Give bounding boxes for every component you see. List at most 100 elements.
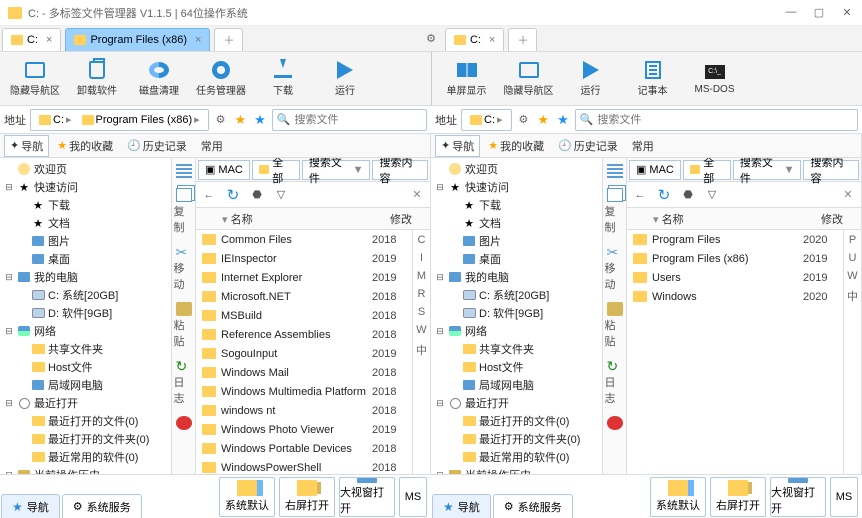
- tree-node[interactable]: 最近常用的软件(0): [431, 448, 602, 466]
- action-ms[interactable]: MS: [830, 477, 858, 517]
- toolbar-hideNav[interactable]: 隐藏导航区: [6, 55, 64, 103]
- file-row[interactable]: Program Files (x86)2019: [627, 249, 843, 268]
- file-list-right[interactable]: Program Files2020Program Files (x86)2019…: [627, 230, 843, 474]
- sidebar-tab-nav[interactable]: ✦ 导航: [435, 135, 480, 157]
- file-tab-all[interactable]: 全部: [683, 160, 731, 180]
- tree-node[interactable]: ⊟我的电脑: [431, 268, 602, 286]
- file-tab-search-files[interactable]: 搜索文件▼: [302, 160, 371, 180]
- tree-node[interactable]: 最近打开的文件(0): [431, 412, 602, 430]
- tree-node[interactable]: 最近打开的文件(0): [0, 412, 171, 430]
- tree-node[interactable]: C: 系统[20GB]: [0, 286, 171, 304]
- sidebar-tab-nav[interactable]: ✦ 导航: [4, 135, 49, 157]
- tab-c-right[interactable]: C:×: [445, 28, 504, 51]
- file-row[interactable]: Common Files2018: [196, 230, 412, 249]
- tree-node[interactable]: Host文件: [0, 358, 171, 376]
- copy-button[interactable]: 复制: [174, 188, 194, 235]
- file-tab-mac[interactable]: ▣ MAC: [198, 160, 250, 180]
- paste-button[interactable]: 粘贴: [174, 302, 194, 349]
- tree-node[interactable]: Host文件: [431, 358, 602, 376]
- tree-node[interactable]: ⊟★快速访问: [431, 178, 602, 196]
- alpha-letter[interactable]: S: [418, 306, 425, 318]
- alpha-letter[interactable]: 中: [416, 342, 427, 358]
- close-icon[interactable]: ×: [46, 34, 52, 46]
- tab-c-left[interactable]: C:×: [2, 28, 61, 51]
- sidebar-tab-common[interactable]: 常用: [195, 135, 229, 157]
- move-button[interactable]: ✂移动: [174, 245, 194, 292]
- toolbar-diskClean[interactable]: 磁盘清理: [130, 55, 188, 103]
- sidebar-tab-hist[interactable]: 🕘历史记录: [552, 135, 624, 157]
- toolbar-msdos[interactable]: C:\_MS-DOS: [686, 55, 744, 103]
- favorite-star-icon[interactable]: ★: [233, 112, 249, 128]
- alpha-letter[interactable]: P: [849, 234, 856, 246]
- tree-node[interactable]: 局域网电脑: [0, 376, 171, 394]
- breadcrumb-right[interactable]: C:▸: [461, 109, 512, 131]
- minimize-button[interactable]: —: [784, 6, 798, 19]
- tree-node[interactable]: ⊟我的电脑: [0, 268, 171, 286]
- move-button[interactable]: ✂移动: [605, 245, 625, 292]
- tree-node[interactable]: 欢迎页: [431, 160, 602, 178]
- settings-gear-icon[interactable]: ⚙: [419, 26, 443, 51]
- bottom-tab-service[interactable]: ⚙ 系统服务: [493, 494, 573, 518]
- tree-node[interactable]: 共享文件夹: [0, 340, 171, 358]
- action-open-right[interactable]: 右屏打开: [279, 477, 335, 517]
- sidebar-tab-hist[interactable]: 🕘历史记录: [121, 135, 193, 157]
- bottom-tab-nav[interactable]: ★导航: [1, 494, 60, 518]
- tree-node[interactable]: 最近常用的软件(0): [0, 448, 171, 466]
- file-header[interactable]: ▾ 名称修改: [627, 208, 861, 230]
- sidebar-tab-common[interactable]: 常用: [626, 135, 660, 157]
- tree-node[interactable]: ⊟网络: [431, 322, 602, 340]
- file-row[interactable]: Users2019: [627, 268, 843, 287]
- file-row[interactable]: Windows Photo Viewer2019: [196, 420, 412, 439]
- file-tab-all[interactable]: 全部: [252, 160, 300, 180]
- toolbar-taskMgr[interactable]: 任务管理器: [192, 55, 250, 103]
- file-row[interactable]: Windows2020: [627, 287, 843, 306]
- alpha-letter[interactable]: C: [418, 234, 426, 246]
- filter-icon[interactable]: ▽: [703, 186, 721, 204]
- tree-node[interactable]: ★下载: [431, 196, 602, 214]
- bookmark-star-icon[interactable]: ★: [555, 112, 571, 128]
- file-row[interactable]: windows nt2018: [196, 401, 412, 420]
- bottom-tab-nav[interactable]: ★导航: [432, 494, 491, 518]
- action-open-right[interactable]: 右屏打开: [710, 477, 766, 517]
- bottom-tab-service[interactable]: ⚙ 系统服务: [62, 494, 142, 518]
- tree-node[interactable]: D: 软件[9GB]: [0, 304, 171, 322]
- sidebar-tab-fav[interactable]: ★我的收藏: [51, 135, 119, 157]
- new-tab-button-left[interactable]: ＋: [214, 28, 243, 51]
- tree-node[interactable]: 图片: [0, 232, 171, 250]
- tree-node[interactable]: 图片: [431, 232, 602, 250]
- file-tab-search-content[interactable]: 搜索内容: [372, 160, 428, 180]
- tree-node[interactable]: ⊟★快速访问: [0, 178, 171, 196]
- toolbar-notepad[interactable]: 记事本: [624, 55, 682, 103]
- sidebar-tab-fav[interactable]: ★我的收藏: [482, 135, 550, 157]
- tree-node[interactable]: 局域网电脑: [431, 376, 602, 394]
- toolbar-run[interactable]: 运行: [316, 55, 374, 103]
- list-view-icon[interactable]: [605, 164, 625, 178]
- toolbar-hideNav[interactable]: 隐藏导航区: [500, 55, 558, 103]
- search-box-right[interactable]: 🔍: [575, 109, 858, 131]
- nav-tree-right[interactable]: 欢迎页⊟★快速访问★下载★文档图片桌面⊟我的电脑C: 系统[20GB]D: 软件…: [431, 158, 603, 474]
- tree-node[interactable]: 共享文件夹: [431, 340, 602, 358]
- file-row[interactable]: Microsoft.NET2018: [196, 287, 412, 306]
- tag-icon[interactable]: ⬣: [248, 186, 266, 204]
- clear-icon[interactable]: ✕: [408, 186, 426, 204]
- alpha-letter[interactable]: U: [849, 252, 857, 264]
- close-button[interactable]: ✕: [840, 6, 854, 19]
- tree-node[interactable]: ★文档: [0, 214, 171, 232]
- bookmark-star-icon[interactable]: ★: [252, 112, 268, 128]
- file-tab-mac[interactable]: ▣ MAC: [629, 160, 681, 180]
- search-input-left[interactable]: [295, 114, 422, 126]
- alpha-letter[interactable]: M: [417, 270, 426, 282]
- file-list-left[interactable]: Common Files2018IEInspector2019Internet …: [196, 230, 412, 474]
- action-sys-default[interactable]: 系统默认: [219, 477, 275, 517]
- close-icon[interactable]: ×: [489, 34, 495, 46]
- tree-node[interactable]: ⊟当前操作历史: [0, 466, 171, 474]
- action-open-big[interactable]: 大视窗打开: [770, 477, 826, 517]
- tab-program-files[interactable]: Program Files (x86)×: [65, 28, 210, 51]
- alpha-index-right[interactable]: PUW中: [843, 230, 861, 474]
- tree-node[interactable]: ★下载: [0, 196, 171, 214]
- filter-icon[interactable]: ▽: [272, 186, 290, 204]
- file-row[interactable]: IEInspector2019: [196, 249, 412, 268]
- tree-node[interactable]: 桌面: [0, 250, 171, 268]
- toolbar-download[interactable]: 下载: [254, 55, 312, 103]
- paste-button[interactable]: 粘贴: [605, 302, 625, 349]
